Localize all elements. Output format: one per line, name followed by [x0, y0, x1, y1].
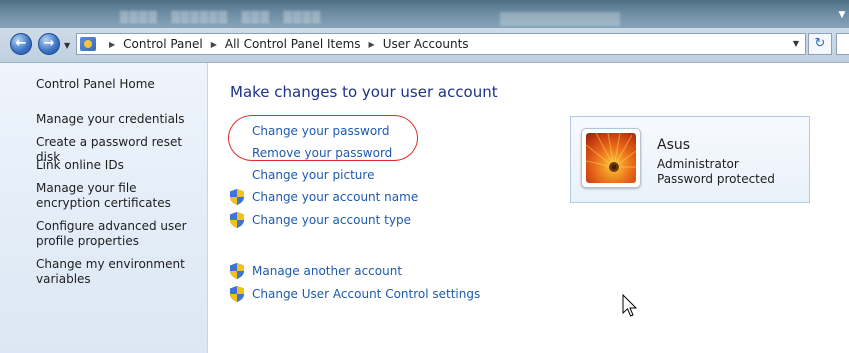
- remove-password-link[interactable]: Remove your password: [252, 146, 392, 160]
- change-account-name-link[interactable]: Change your account name: [252, 190, 418, 204]
- breadcrumb-user-accounts[interactable]: User Accounts: [383, 37, 469, 51]
- manage-another-account-link[interactable]: Manage another account: [252, 264, 402, 278]
- breadcrumb-separator-icon[interactable]: ▶: [109, 40, 115, 49]
- forward-arrow-icon[interactable]: →: [38, 33, 60, 55]
- account-name: Asus: [657, 137, 691, 153]
- address-bar[interactable]: ▶ Control Panel ▶ All Control Panel Items ▶ U…: [76, 33, 806, 55]
- breadcrumb-all-items[interactable]: All Control Panel Items: [225, 37, 361, 51]
- link-online-ids-link[interactable]: Link online IDs: [36, 158, 196, 173]
- chevron-down-icon[interactable]: ▼: [835, 10, 849, 20]
- breadcrumb-separator-icon[interactable]: ▶: [211, 40, 217, 49]
- blurred-search-box: [500, 12, 620, 26]
- manage-credentials-link[interactable]: Manage your credentials: [36, 112, 196, 127]
- control-panel-home-link[interactable]: Control Panel Home: [36, 77, 196, 92]
- avatar: [581, 128, 641, 188]
- blurred-menu-text: ▒▒▒▒ ▒▒▒▒▒▒ ▒▒▒ ▒▒▒▒: [120, 11, 322, 24]
- address-dropdown-icon[interactable]: ▼: [789, 37, 803, 51]
- back-arrow-icon[interactable]: ←: [10, 33, 32, 55]
- change-password-link[interactable]: Change your password: [252, 124, 390, 138]
- uac-settings-link[interactable]: Change User Account Control settings: [252, 287, 480, 301]
- recent-pages-dropdown-icon[interactable]: ▼: [64, 41, 70, 50]
- window-title-strip: ▒▒▒▒ ▒▒▒▒▒▒ ▒▒▒ ▒▒▒▒ ▼: [0, 0, 849, 30]
- breadcrumb-separator-icon[interactable]: ▶: [369, 40, 375, 49]
- search-box-edge[interactable]: [836, 33, 849, 55]
- change-picture-link[interactable]: Change your picture: [252, 168, 374, 182]
- environment-variables-link[interactable]: Change my environment variables: [36, 257, 196, 287]
- account-role: Administrator: [657, 157, 739, 171]
- flower-petals-icon: [586, 133, 636, 172]
- address-toolbar: ← → ▼ ▶ Control Panel ▶ All Control Panel I…: [0, 28, 849, 63]
- account-card: Asus Administrator Password protected: [570, 116, 810, 203]
- flower-picture-icon: [586, 133, 636, 183]
- uac-shield-icon: [230, 212, 244, 228]
- uac-shield-icon: [230, 189, 244, 205]
- account-password-status: Password protected: [657, 172, 775, 186]
- main-content: Make changes to your user account Change…: [208, 63, 849, 353]
- advanced-profile-link[interactable]: Configure advanced user profile properti…: [36, 219, 196, 249]
- breadcrumb: ▶ Control Panel ▶ All Control Panel Items ▶ U…: [101, 37, 469, 51]
- change-account-type-link[interactable]: Change your account type: [252, 213, 411, 227]
- breadcrumb-control-panel[interactable]: Control Panel: [123, 37, 203, 51]
- mouse-cursor-icon: [622, 294, 638, 317]
- control-panel-icon: [80, 37, 96, 51]
- file-encryption-link[interactable]: Manage your file encryption certificates: [36, 181, 196, 211]
- uac-shield-icon: [230, 263, 244, 279]
- left-navigation-pane: Control Panel Home Manage your credentia…: [0, 63, 208, 353]
- page-title: Make changes to your user account: [230, 83, 498, 101]
- refresh-icon[interactable]: ↻: [808, 33, 832, 55]
- uac-shield-icon: [230, 286, 244, 302]
